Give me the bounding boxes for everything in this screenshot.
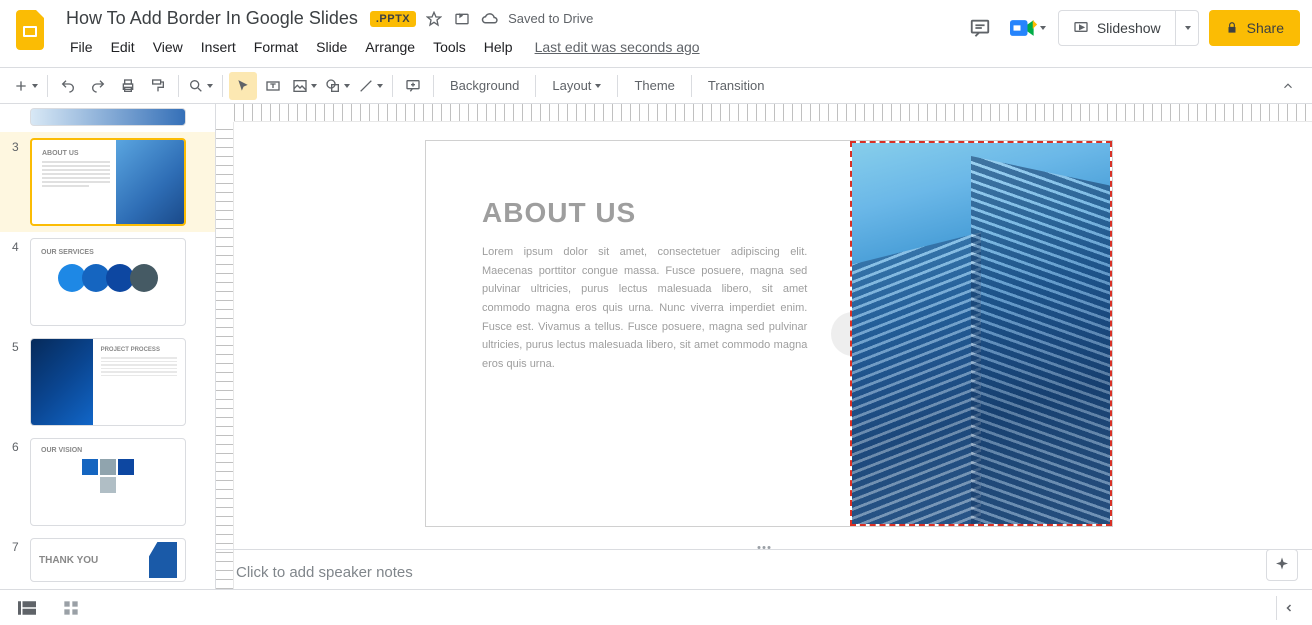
building-image[interactable] — [852, 143, 1110, 524]
file-type-badge: .PPTX — [370, 11, 416, 27]
header: How To Add Border In Google Slides .PPTX… — [0, 0, 1312, 68]
footer-bar — [0, 589, 1312, 625]
thumb-number: 4 — [12, 238, 24, 326]
menu-arrange[interactable]: Arrange — [357, 35, 423, 59]
thumbnail-partial[interactable] — [30, 108, 186, 126]
chevron-down-icon — [1040, 26, 1046, 30]
menu-slide[interactable]: Slide — [308, 35, 355, 59]
slide-stage[interactable]: ABOUT US Lorem ipsum dolor sit amet, con… — [216, 122, 1312, 549]
cloud-icon[interactable] — [480, 9, 500, 29]
save-status: Saved to Drive — [508, 11, 593, 26]
thumbnail-7[interactable]: THANK YOU — [30, 538, 186, 582]
slides-logo[interactable] — [12, 10, 52, 50]
collapse-panel-icon[interactable] — [1276, 596, 1300, 620]
slideshow-group: Slideshow — [1058, 10, 1199, 46]
toolbar: Background Layout Theme Transition — [0, 68, 1312, 104]
notes-resize-handle[interactable] — [758, 546, 771, 549]
separator — [691, 75, 692, 97]
separator — [178, 75, 179, 97]
print-button[interactable] — [114, 72, 142, 100]
textbox-button[interactable] — [259, 72, 287, 100]
theme-button[interactable]: Theme — [624, 72, 684, 100]
transition-button[interactable]: Transition — [698, 72, 775, 100]
thumbnail-5[interactable]: PROJECT PROCESS — [30, 338, 186, 426]
paint-format-button[interactable] — [144, 72, 172, 100]
title-area: How To Add Border In Google Slides .PPTX… — [62, 6, 962, 59]
slideshow-dropdown[interactable] — [1176, 11, 1198, 45]
menu-view[interactable]: View — [145, 35, 191, 59]
separator — [433, 75, 434, 97]
separator — [392, 75, 393, 97]
slideshow-label: Slideshow — [1097, 20, 1161, 36]
canvas-area: ABOUT US Lorem ipsum dolor sit amet, con… — [216, 104, 1312, 625]
image-button[interactable] — [289, 72, 320, 100]
horizontal-ruler[interactable] — [234, 104, 1312, 122]
header-actions: Slideshow Share — [962, 10, 1300, 46]
notes-placeholder[interactable]: Click to add speaker notes — [236, 564, 1292, 581]
filmstrip-view-icon[interactable] — [12, 596, 42, 620]
last-edit-link[interactable]: Last edit was seconds ago — [535, 39, 700, 55]
collapse-toolbar-button[interactable] — [1274, 72, 1302, 100]
move-icon[interactable] — [452, 9, 472, 29]
chevron-down-icon — [344, 84, 350, 88]
document-title[interactable]: How To Add Border In Google Slides — [62, 6, 362, 31]
comments-icon[interactable] — [962, 10, 998, 46]
thumb-number: 7 — [12, 538, 24, 582]
slideshow-button[interactable]: Slideshow — [1059, 11, 1176, 45]
comment-button[interactable] — [399, 72, 427, 100]
line-button[interactable] — [355, 72, 386, 100]
menu-insert[interactable]: Insert — [193, 35, 244, 59]
chevron-down-icon — [311, 84, 317, 88]
chevron-down-icon — [377, 84, 383, 88]
layout-button[interactable]: Layout — [542, 72, 611, 100]
active-slide[interactable]: ABOUT US Lorem ipsum dolor sit amet, con… — [425, 140, 1113, 527]
menu-bar: File Edit View Insert Format Slide Arran… — [62, 35, 962, 59]
menu-tools[interactable]: Tools — [425, 35, 474, 59]
explore-button[interactable] — [1266, 549, 1298, 581]
undo-button[interactable] — [54, 72, 82, 100]
star-icon[interactable] — [424, 9, 444, 29]
separator — [535, 75, 536, 97]
menu-file[interactable]: File — [62, 35, 101, 59]
thumbnail-panel[interactable]: 3 ABOUT US 4 OUR SERVICES 5 PROJECT PROC… — [0, 104, 216, 625]
separator — [47, 75, 48, 97]
thumbnail-3[interactable]: ABOUT US — [30, 138, 186, 226]
chevron-down-icon — [32, 84, 38, 88]
menu-format[interactable]: Format — [246, 35, 306, 59]
menu-edit[interactable]: Edit — [103, 35, 143, 59]
separator — [222, 75, 223, 97]
chevron-down-icon — [207, 84, 213, 88]
redo-button[interactable] — [84, 72, 112, 100]
separator — [617, 75, 618, 97]
shape-button[interactable] — [322, 72, 353, 100]
share-button[interactable]: Share — [1209, 10, 1300, 46]
background-button[interactable]: Background — [440, 72, 529, 100]
new-slide-button[interactable] — [10, 72, 41, 100]
slide-image-area[interactable] — [851, 141, 1112, 526]
slide-title[interactable]: ABOUT US — [482, 197, 807, 229]
thumb-number: 3 — [12, 138, 24, 226]
main-area: 3 ABOUT US 4 OUR SERVICES 5 PROJECT PROC… — [0, 104, 1312, 625]
thumbnail-4[interactable]: OUR SERVICES — [30, 238, 186, 326]
slide-body-text[interactable]: Lorem ipsum dolor sit amet, consectetuer… — [482, 243, 807, 374]
chevron-down-icon — [595, 84, 601, 88]
selected-image-border[interactable] — [850, 141, 1112, 526]
slide-text-area[interactable]: ABOUT US Lorem ipsum dolor sit amet, con… — [426, 141, 851, 526]
thumb-number: 5 — [12, 338, 24, 426]
thumbnail-6[interactable]: OUR VISION — [30, 438, 186, 526]
zoom-button[interactable] — [185, 72, 216, 100]
select-tool[interactable] — [229, 72, 257, 100]
chevron-down-icon — [1185, 26, 1191, 30]
meet-icon[interactable] — [1008, 10, 1048, 46]
menu-help[interactable]: Help — [476, 35, 521, 59]
thumb-number: 6 — [12, 438, 24, 526]
grid-view-icon[interactable] — [56, 596, 86, 620]
share-label: Share — [1247, 20, 1284, 36]
